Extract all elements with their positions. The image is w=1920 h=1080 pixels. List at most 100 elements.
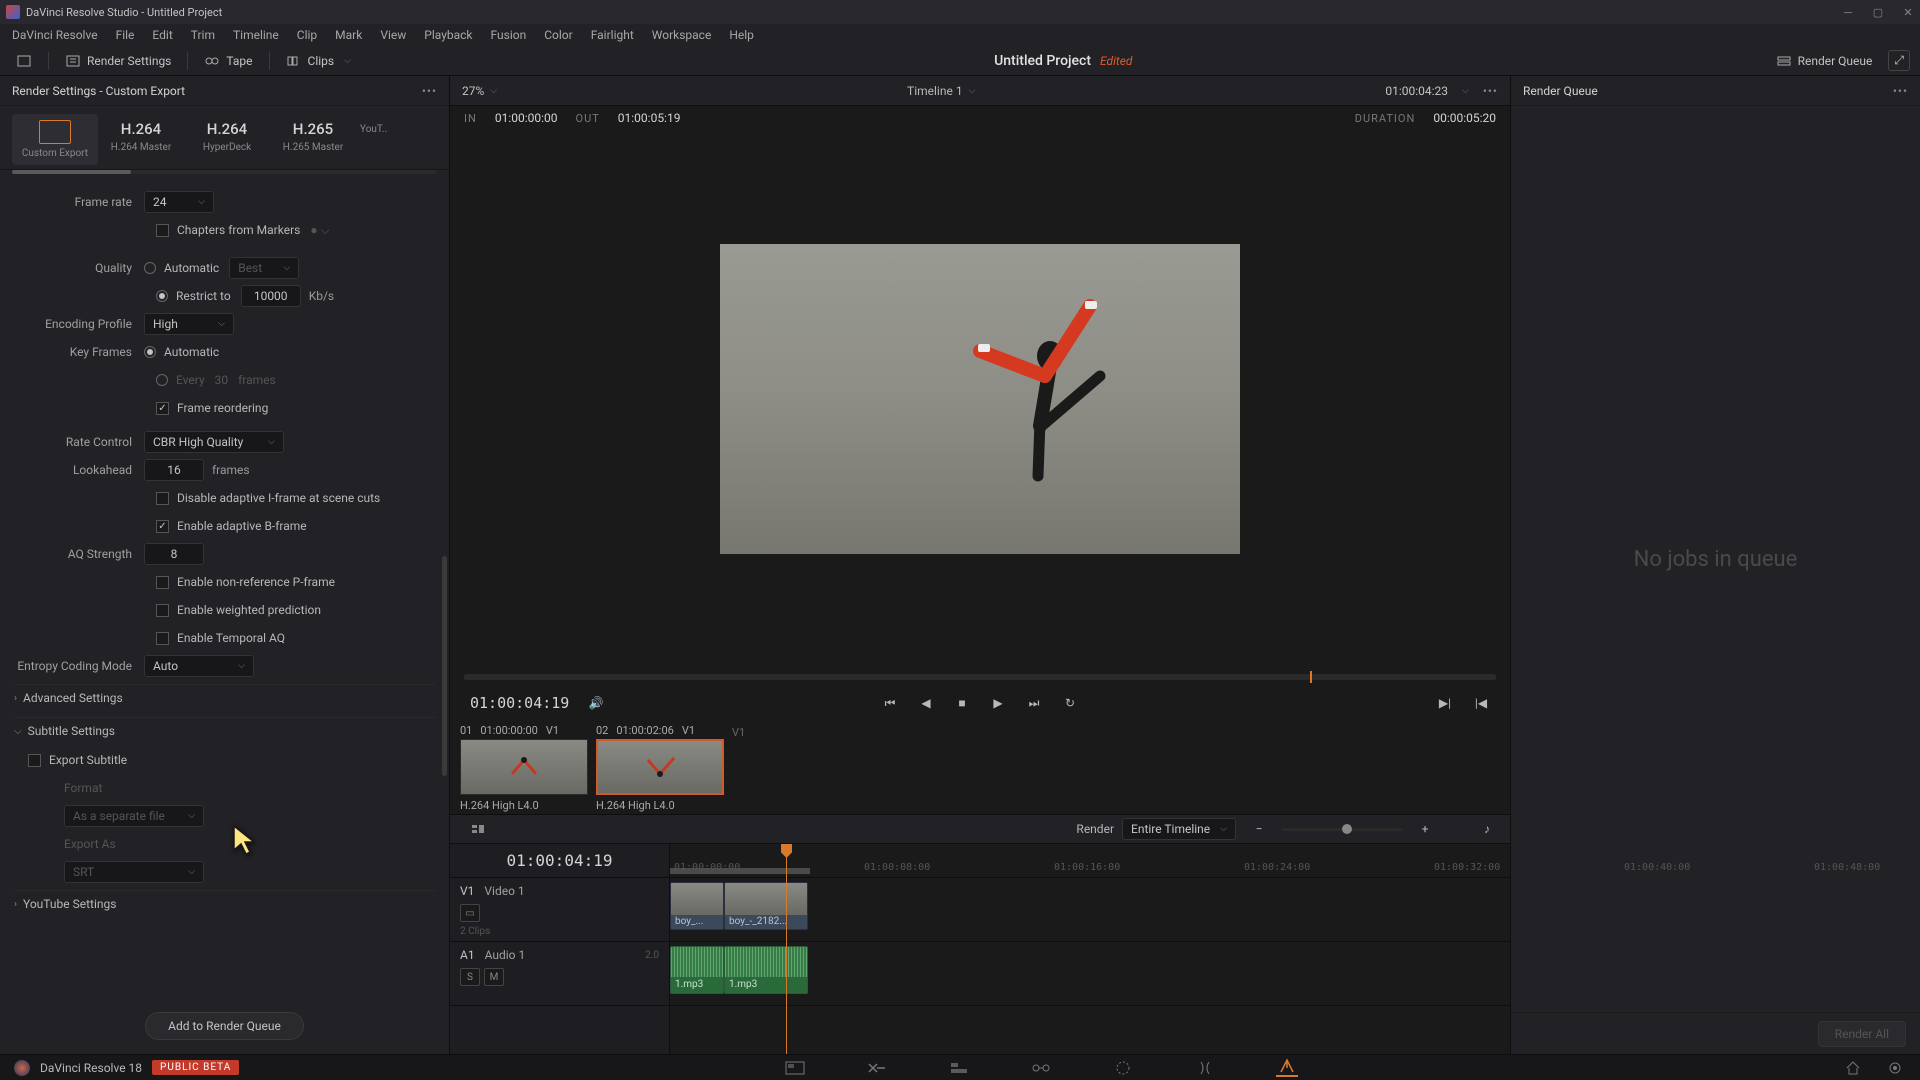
menu-playback[interactable]: Playback xyxy=(416,26,480,44)
edit-page-icon[interactable] xyxy=(948,1059,970,1077)
frame-reordering-checkbox[interactable] xyxy=(156,402,169,415)
render-all-button[interactable]: Render All xyxy=(1818,1021,1906,1047)
preset-custom-export[interactable]: Custom Export xyxy=(12,114,98,165)
render-queue-button[interactable]: Render Queue xyxy=(1770,50,1879,72)
track-enable-icon[interactable]: ▭ xyxy=(460,904,480,922)
video-clip[interactable]: boy_-_2182... xyxy=(724,882,808,930)
video-track-lane[interactable]: boy_... boy_-_2182... xyxy=(670,878,1510,942)
preset-hyperdeck[interactable]: H.264 HyperDeck xyxy=(184,114,270,165)
video-track-header[interactable]: V1Video 1 ▭ 2 Clips xyxy=(450,878,669,942)
clip-thumb-2[interactable]: 0201:00:02:06V1 H.264 High L4.0 xyxy=(596,724,724,812)
expand-button[interactable]: ⤢ xyxy=(1888,50,1910,71)
color-page-icon[interactable] xyxy=(1112,1059,1134,1077)
subtitle-settings-section[interactable]: ⌵ Subtitle Settings xyxy=(14,717,435,744)
menu-file[interactable]: File xyxy=(108,26,143,44)
queue-options-icon[interactable]: ••• xyxy=(1893,84,1908,98)
play-button[interactable]: ▶ xyxy=(989,696,1007,710)
zoom-dropdown-icon[interactable]: ⌵ xyxy=(490,86,497,96)
menu-timeline[interactable]: Timeline xyxy=(225,26,287,44)
enable-weighted-checkbox[interactable] xyxy=(156,604,169,617)
minimize-button[interactable]: ─ xyxy=(1842,6,1854,18)
mute-button[interactable]: M xyxy=(484,968,504,986)
video-clip[interactable]: boy_... xyxy=(670,882,724,930)
keyframes-auto-radio[interactable] xyxy=(144,346,156,358)
menu-edit[interactable]: Edit xyxy=(144,26,180,44)
fusion-page-icon[interactable] xyxy=(1030,1059,1052,1077)
preset-h264-master[interactable]: H.264 H.264 Master xyxy=(98,114,184,165)
preset-youtube[interactable]: YouT... xyxy=(356,114,388,165)
menu-clip[interactable]: Clip xyxy=(289,26,325,44)
enable-temporal-checkbox[interactable] xyxy=(156,632,169,645)
tape-button[interactable]: Tape xyxy=(198,50,258,72)
zoom-out-button[interactable]: − xyxy=(1250,822,1268,836)
clips-button[interactable]: Clips⌵ xyxy=(280,50,357,72)
menu-workspace[interactable]: Workspace xyxy=(644,26,720,44)
prev-clip-button[interactable]: |◀ xyxy=(1472,696,1490,710)
viewer-options-icon[interactable]: ••• xyxy=(1483,84,1498,98)
audio-mixer-icon[interactable]: ♪ xyxy=(1478,822,1496,836)
prev-frame-button[interactable]: ◀ xyxy=(917,696,935,710)
chapters-checkbox[interactable] xyxy=(156,224,169,237)
rate-control-dropdown[interactable]: CBR High Quality⌵ xyxy=(144,431,284,453)
stop-button[interactable]: ■ xyxy=(953,696,971,710)
menu-color[interactable]: Color xyxy=(536,26,580,44)
menu-trim[interactable]: Trim xyxy=(183,26,223,44)
frame-rate-dropdown[interactable]: 24⌵ xyxy=(144,191,214,213)
audio-clip[interactable]: 1.mp3 xyxy=(724,946,808,994)
media-page-icon[interactable] xyxy=(784,1059,806,1077)
timeline-view-options-icon[interactable] xyxy=(464,818,492,840)
quick-export-icon[interactable] xyxy=(10,50,38,72)
viewer-zoom[interactable]: 27% xyxy=(462,84,484,98)
preset-h265-master[interactable]: H.265 H.265 Master xyxy=(270,114,356,165)
panel-options-icon[interactable]: ••• xyxy=(422,84,437,98)
cut-page-icon[interactable] xyxy=(866,1059,888,1077)
entropy-dropdown[interactable]: Auto⌵ xyxy=(144,655,254,677)
scrollbar[interactable] xyxy=(442,556,447,776)
fairlight-page-icon[interactable] xyxy=(1194,1059,1216,1077)
timeline-ruler[interactable]: 01:00:00:00 01:00:08:00 01:00:16:00 01:0… xyxy=(670,844,1510,878)
next-clip-button[interactable]: ▶| xyxy=(1436,696,1454,710)
enable-bframe-checkbox[interactable] xyxy=(156,520,169,533)
render-settings-button[interactable]: Render Settings xyxy=(59,50,177,72)
add-to-render-queue-button[interactable]: Add to Render Queue xyxy=(145,1012,304,1040)
zoom-in-button[interactable]: + xyxy=(1416,822,1434,836)
clip-thumb-1[interactable]: 0101:00:00:00V1 H.264 High L4.0 xyxy=(460,724,588,812)
menu-help[interactable]: Help xyxy=(721,26,762,44)
viewer-scrubber[interactable] xyxy=(464,674,1496,680)
advanced-settings-section[interactable]: › Advanced Settings xyxy=(14,684,435,711)
audio-clip[interactable]: 1.mp3 xyxy=(670,946,724,994)
menu-view[interactable]: View xyxy=(372,26,414,44)
mute-icon[interactable]: 🔊 xyxy=(587,696,605,710)
close-button[interactable]: ✕ xyxy=(1902,6,1914,18)
playhead[interactable] xyxy=(786,844,787,1054)
menu-fusion[interactable]: Fusion xyxy=(483,26,535,44)
audio-track-lane[interactable]: 1.mp3 1.mp3 xyxy=(670,942,1510,1006)
last-frame-button[interactable]: ⏭ xyxy=(1025,696,1043,711)
viewer[interactable] xyxy=(450,130,1510,668)
menu-mark[interactable]: Mark xyxy=(327,26,370,44)
deliver-page-icon[interactable] xyxy=(1276,1059,1298,1077)
aq-strength-input[interactable] xyxy=(144,543,204,565)
timeline-dropdown-icon[interactable]: ⌵ xyxy=(969,86,976,96)
quality-restrict-radio[interactable] xyxy=(156,290,168,302)
encoding-profile-dropdown[interactable]: High⌵ xyxy=(144,313,234,335)
bitrate-input[interactable] xyxy=(241,285,301,307)
timeline-name[interactable]: Timeline 1 xyxy=(907,84,963,98)
disable-iframe-checkbox[interactable] xyxy=(156,492,169,505)
solo-button[interactable]: S xyxy=(460,968,480,986)
lookahead-input[interactable] xyxy=(144,459,204,481)
home-icon[interactable] xyxy=(1842,1059,1864,1077)
youtube-settings-section[interactable]: › YouTube Settings xyxy=(14,890,435,917)
timeline-zoom-slider[interactable] xyxy=(1282,828,1402,831)
preset-scrollbar[interactable] xyxy=(12,170,437,174)
audio-track-header[interactable]: A1Audio 12.0 S M xyxy=(450,942,669,1006)
loop-button[interactable]: ↻ xyxy=(1061,696,1079,710)
maximize-button[interactable]: ▢ xyxy=(1872,6,1884,18)
enable-nonref-checkbox[interactable] xyxy=(156,576,169,589)
keyframes-every-radio[interactable] xyxy=(156,374,168,386)
project-settings-icon[interactable] xyxy=(1884,1059,1906,1077)
first-frame-button[interactable]: ⏮ xyxy=(881,696,899,711)
quality-automatic-radio[interactable] xyxy=(144,262,156,274)
menu-davinci[interactable]: DaVinci Resolve xyxy=(4,26,106,44)
export-subtitle-checkbox[interactable] xyxy=(28,754,41,767)
